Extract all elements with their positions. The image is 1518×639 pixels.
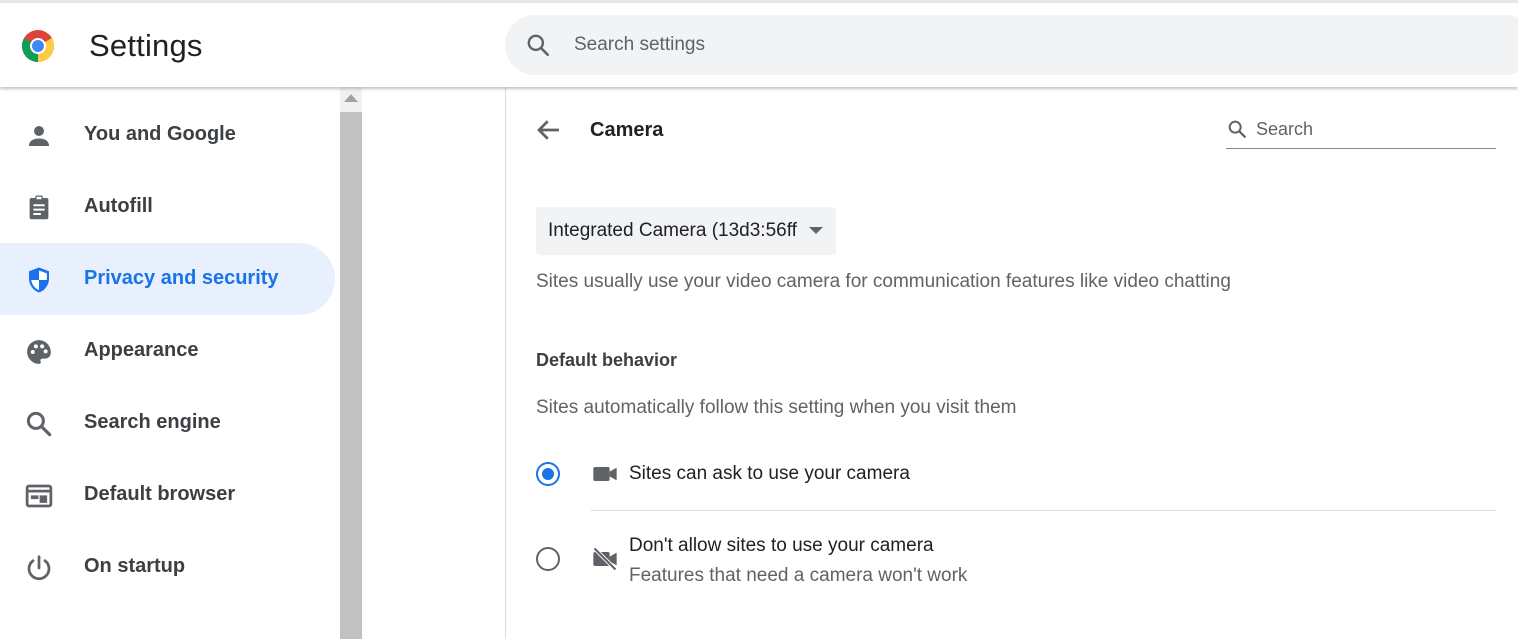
sidebar-item-on-startup[interactable]: On startup [0,531,335,603]
sidebar-item-label: Default browser [84,483,236,505]
option-sublabel: Features that need a camera won't work [629,565,968,586]
browser-window-icon [25,484,53,508]
search-icon [26,411,52,437]
camera-search-placeholder: Search [1256,119,1314,139]
back-arrow-icon[interactable] [534,115,564,145]
search-settings-placeholder: Search settings [574,34,705,55]
sidebar-item-you-and-google[interactable]: You and Google [0,99,335,171]
sidebar-item-autofill[interactable]: Autofill [0,171,335,243]
videocam-icon [593,467,617,481]
chrome-logo-icon [21,30,55,63]
option-block-camera[interactable]: Don't allow sites to use your camera Fea… [506,530,1506,590]
option-divider [591,510,1496,511]
sidebar-scrollbar[interactable] [340,87,362,639]
sidebar-item-label: Search engine [84,411,221,433]
option-allow-camera[interactable]: Sites can ask to use your camera [506,457,1506,491]
radio-allow-camera[interactable] [536,462,560,486]
sidebar-item-label: Autofill [84,195,153,217]
camera-settings-card: Camera Search Integrated Camera (13d3:56… [505,87,1518,639]
default-behavior-heading: Default behavior [536,350,678,370]
camera-description: Sites usually use your video camera for … [536,271,1231,292]
sidebar-item-label: You and Google [84,123,236,145]
person-icon [29,126,49,146]
camera-device-select[interactable]: Integrated Camera (13d3:56ff [536,207,836,255]
scroll-up-arrow-icon[interactable] [344,94,358,102]
settings-header: Settings Search settings [0,3,1518,87]
sidebar-item-label: On startup [84,555,186,577]
sidebar-item-label: Appearance [84,339,199,361]
search-icon [1228,120,1246,138]
radio-block-camera[interactable] [536,547,560,571]
search-icon [527,34,550,57]
shield-icon [29,267,49,293]
chevron-down-icon [809,227,823,234]
camera-device-value: Integrated Camera (13d3:56ff [548,220,797,241]
search-settings-input[interactable]: Search settings [505,15,1518,75]
option-label: Don't allow sites to use your camera [629,535,934,556]
palette-icon [27,340,51,364]
app-title: Settings [89,28,203,63]
videocam-off-icon [593,547,617,571]
scrollbar-thumb[interactable] [340,112,362,639]
power-icon [27,555,51,581]
sidebar-item-label: Privacy and security [84,267,279,289]
default-behavior-subheading: Sites automatically follow this setting … [536,397,1017,418]
page-title: Camera [590,119,664,141]
sidebar-item-default-browser[interactable]: Default browser [0,459,335,531]
camera-search-input[interactable]: Search [1226,113,1496,149]
sidebar-item-search-engine[interactable]: Search engine [0,387,335,459]
clipboard-icon [29,195,49,220]
option-label: Sites can ask to use your camera [629,463,910,484]
sidebar-item-appearance[interactable]: Appearance [0,315,335,387]
sidebar-item-privacy-and-security[interactable]: Privacy and security [0,243,335,315]
sidebar-nav: You and Google Autofill Privacy and secu… [0,87,340,639]
